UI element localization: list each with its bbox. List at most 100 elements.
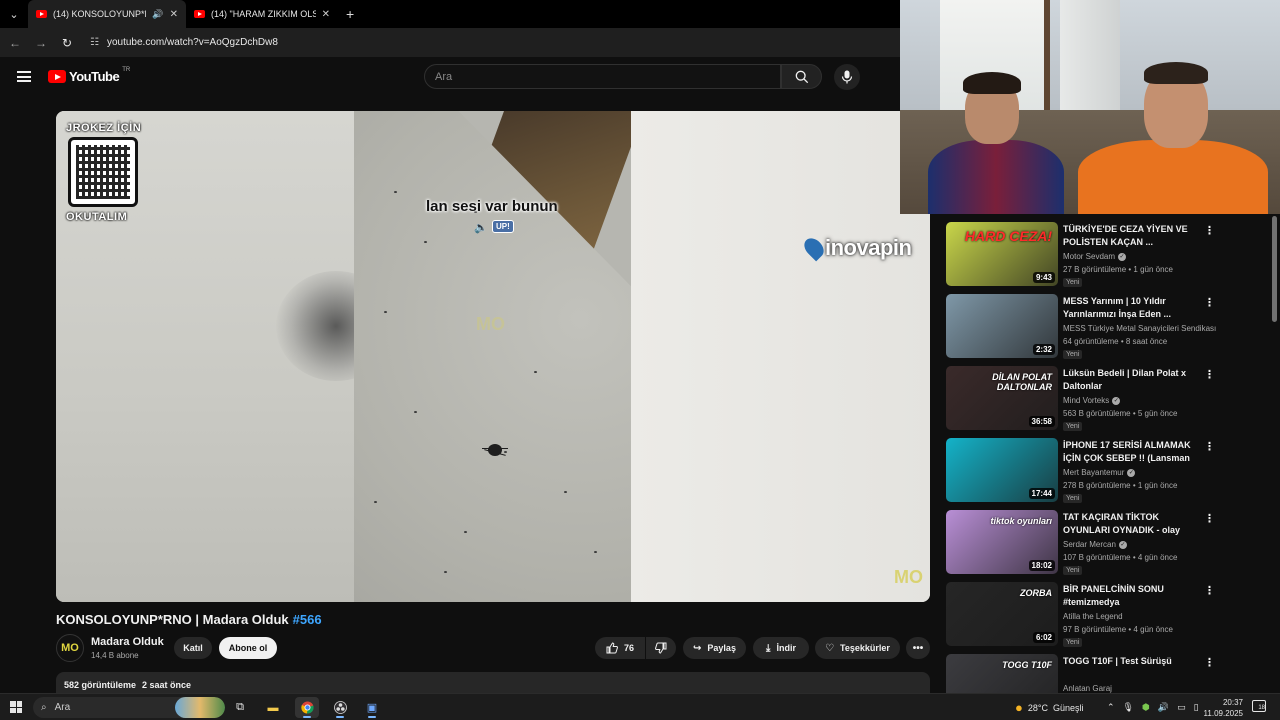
video-duration: 9:43 — [1032, 272, 1055, 283]
more-vertical-icon[interactable]: ⋮ — [1204, 368, 1215, 381]
subscribe-button[interactable]: Abone ol — [219, 637, 277, 659]
forward-arrow-icon[interactable]: → — [34, 36, 48, 50]
menu-hamburger-icon[interactable] — [17, 71, 31, 82]
windows-start-icon[interactable] — [10, 701, 22, 713]
recommended-views: 97 B görüntüleme — [1063, 625, 1127, 634]
recommended-age: 1 gün önce — [1133, 265, 1173, 274]
recommended-channel[interactable]: Motor Sevdam ✓ — [1063, 252, 1127, 261]
sponsor-logo: inovapin — [800, 234, 912, 262]
more-vertical-icon[interactable]: ⋮ — [1204, 584, 1215, 597]
url-text: youtube.com/watch?v=AoQgzDchDw8 — [106, 37, 278, 48]
chrome-icon[interactable] — [295, 697, 319, 718]
more-vertical-icon[interactable]: ⋮ — [1204, 656, 1215, 669]
more-vertical-icon[interactable]: ⋮ — [1204, 440, 1215, 453]
recommended-channel[interactable]: MESS Türkiye Metal Sanayicileri Sendikas… — [1063, 324, 1216, 333]
tab-audio-icon[interactable]: 🔊 — [152, 9, 163, 20]
network-tray-icon[interactable]: ⬢ — [1142, 702, 1150, 713]
sidebar-scrollbar[interactable] — [1272, 214, 1278, 690]
stats-separator: • — [1130, 553, 1138, 562]
recommended-video-title[interactable]: TÜRKİYE'DE CEZA YİYEN VE POLİSTEN KAÇAN … — [1063, 223, 1198, 249]
thanks-button[interactable]: ♡ Teşekkürler — [815, 637, 900, 659]
video-thumbnail[interactable]: DİLAN POLAT DALTONLAR 36:58 — [946, 366, 1058, 430]
usb-tray-icon[interactable]: ▯ — [1194, 702, 1199, 713]
recommended-video-title[interactable]: TOGG T10F | Test Sürüşü — [1063, 655, 1198, 668]
tab-close-icon[interactable]: ✕ — [322, 9, 330, 20]
video-thumbnail[interactable]: HARD CEZA! 9:43 — [946, 222, 1058, 286]
download-label: İndir — [776, 643, 796, 653]
url-field[interactable]: ☷ youtube.com/watch?v=AoQgzDchDw8 — [90, 37, 278, 48]
recommended-video-title[interactable]: İPHONE 17 SERİSİ ALMAMAK İÇİN ÇOK SEBEP … — [1063, 439, 1198, 466]
recommended-video[interactable]: ZORBA 6:02 BİR PANELCİNİN SONU #temizmedya… — [946, 582, 1216, 648]
thumbnail-text: TOGG T10F — [1002, 660, 1052, 670]
recommended-stats: 97 B görüntüleme • 4 gün önce — [1063, 625, 1173, 634]
tab-close-icon[interactable]: ✕ — [170, 9, 178, 20]
recommended-video-title[interactable]: Lüksün Bedeli | Dilan Polat x Daltonlar — [1063, 367, 1198, 393]
recommended-channel[interactable]: Mert Bayantemur ✓ — [1063, 468, 1136, 477]
view-count: 582 görüntüleme — [64, 680, 137, 690]
more-vertical-icon[interactable]: ⋮ — [1204, 296, 1215, 309]
new-tab-plus-icon[interactable]: + — [338, 6, 362, 22]
channel-name[interactable]: Madara Olduk — [91, 636, 164, 648]
recommended-video-title[interactable]: MESS Yarınım | 10 Yıldır Yarınlarımızı İ… — [1063, 295, 1198, 321]
tab-search-chevron-icon[interactable]: ⌄ — [0, 0, 28, 28]
search-input[interactable] — [425, 65, 780, 88]
recommended-video[interactable]: HARD CEZA! 9:43 TÜRKİYE'DE CEZA YİYEN VE P… — [946, 222, 1216, 288]
tab-active[interactable]: (14) KONSOLOYUNP*RNO | 🔊 ✕ — [28, 0, 186, 28]
site-info-icon[interactable]: ☷ — [90, 37, 99, 48]
clock-time: 20:37 — [1222, 698, 1243, 707]
voice-search-button[interactable] — [834, 64, 860, 90]
video-thumbnail[interactable]: 17:44 — [946, 438, 1058, 502]
recommended-video[interactable]: 2:32 MESS Yarınım | 10 Yıldır Yarınlarımı… — [946, 294, 1216, 360]
verified-check-icon: ✓ — [1127, 468, 1136, 477]
recommended-channel[interactable]: Serdar Mercan ✓ — [1063, 540, 1127, 549]
weather-widget[interactable]: ● 28°C Güneşli — [1015, 694, 1084, 720]
back-arrow-icon[interactable]: ← — [8, 36, 22, 50]
search-button[interactable] — [781, 64, 822, 89]
clock-date: 11.09.2025 — [1203, 709, 1243, 718]
thumbs-down-icon — [655, 642, 667, 654]
recommended-video-title[interactable]: TAT KAÇIRAN TİKTOK OYUNLARI OYNADIK - ol… — [1063, 511, 1198, 538]
volume-tray-icon[interactable]: 🔊 — [1158, 702, 1169, 713]
thumbnail-text: HARD CEZA! — [964, 228, 1052, 244]
system-clock[interactable]: 20:37 11.09.2025 — [1203, 697, 1243, 719]
recommended-video[interactable]: DİLAN POLAT DALTONLAR 36:58 Lüksün Bedeli … — [946, 366, 1216, 432]
recommended-video-title[interactable]: BİR PANELCİNİN SONU #temizmedya — [1063, 583, 1198, 609]
like-button[interactable]: 76 — [595, 637, 645, 659]
video-thumbnail[interactable]: ZORBA 6:02 — [946, 582, 1058, 646]
recommended-channel[interactable]: Atilla the Legend — [1063, 612, 1123, 621]
tray-chevron-up-icon[interactable]: ⌃ — [1107, 702, 1115, 713]
task-view-icon[interactable]: ⧉ — [228, 697, 252, 718]
more-vertical-icon[interactable]: ⋮ — [1204, 512, 1215, 525]
recommended-video[interactable]: 17:44 İPHONE 17 SERİSİ ALMAMAK İÇİN ÇOK S… — [946, 438, 1216, 504]
recommended-channel[interactable]: Anlatan Garaj — [1063, 684, 1112, 693]
display-tray-icon[interactable]: ▭ — [1177, 702, 1186, 713]
video-thumbnail[interactable]: 2:32 — [946, 294, 1058, 358]
search-highlight-image — [175, 697, 225, 718]
notification-center-icon[interactable]: 18 — [1252, 700, 1266, 712]
taskbar-search[interactable]: ⌕ Ara — [33, 697, 225, 718]
join-button[interactable]: Katıl — [174, 637, 212, 659]
app-window-icon[interactable]: ▣ — [360, 697, 384, 718]
more-actions-button[interactable]: ••• — [906, 637, 930, 659]
subscriber-count: 14,4 B abone — [91, 651, 139, 660]
recommended-channel[interactable]: Mind Vorteks ✓ — [1063, 396, 1121, 405]
channel-avatar[interactable]: MO — [56, 634, 84, 662]
tab-inactive[interactable]: (14) "HARAM ZIKKIM OLSUN!" ✕ — [186, 0, 338, 28]
file-explorer-icon[interactable]: ▬ — [261, 697, 285, 718]
dislike-button[interactable] — [646, 637, 676, 659]
recommended-stats: 278 B görüntüleme • 1 gün önce — [1063, 481, 1177, 490]
youtube-logo[interactable]: YouTube TR — [48, 67, 130, 84]
microphone-icon — [841, 70, 853, 84]
video-thumbnail[interactable]: tiktok oyunları 18:02 — [946, 510, 1058, 574]
obs-icon[interactable] — [328, 697, 352, 718]
recommended-video[interactable]: tiktok oyunları 18:02 TAT KAÇIRAN TİKTOK O… — [946, 510, 1216, 576]
share-button[interactable]: ↪ Paylaş — [683, 637, 746, 659]
microphone-tray-icon[interactable]: 🎙 — [1123, 702, 1134, 713]
more-vertical-icon[interactable]: ⋮ — [1204, 224, 1215, 237]
reload-icon[interactable]: ↻ — [60, 36, 74, 50]
download-button[interactable]: ⤓ İndir — [753, 637, 809, 659]
recommended-views: 27 B görüntüleme — [1063, 265, 1127, 274]
tab-title: (14) KONSOLOYUNP*RNO | — [53, 9, 146, 19]
video-player[interactable]: JROKEZ İÇİN OKUTALIM lan sesi var bunun … — [56, 111, 930, 602]
video-hashtag[interactable]: #566 — [293, 612, 322, 627]
